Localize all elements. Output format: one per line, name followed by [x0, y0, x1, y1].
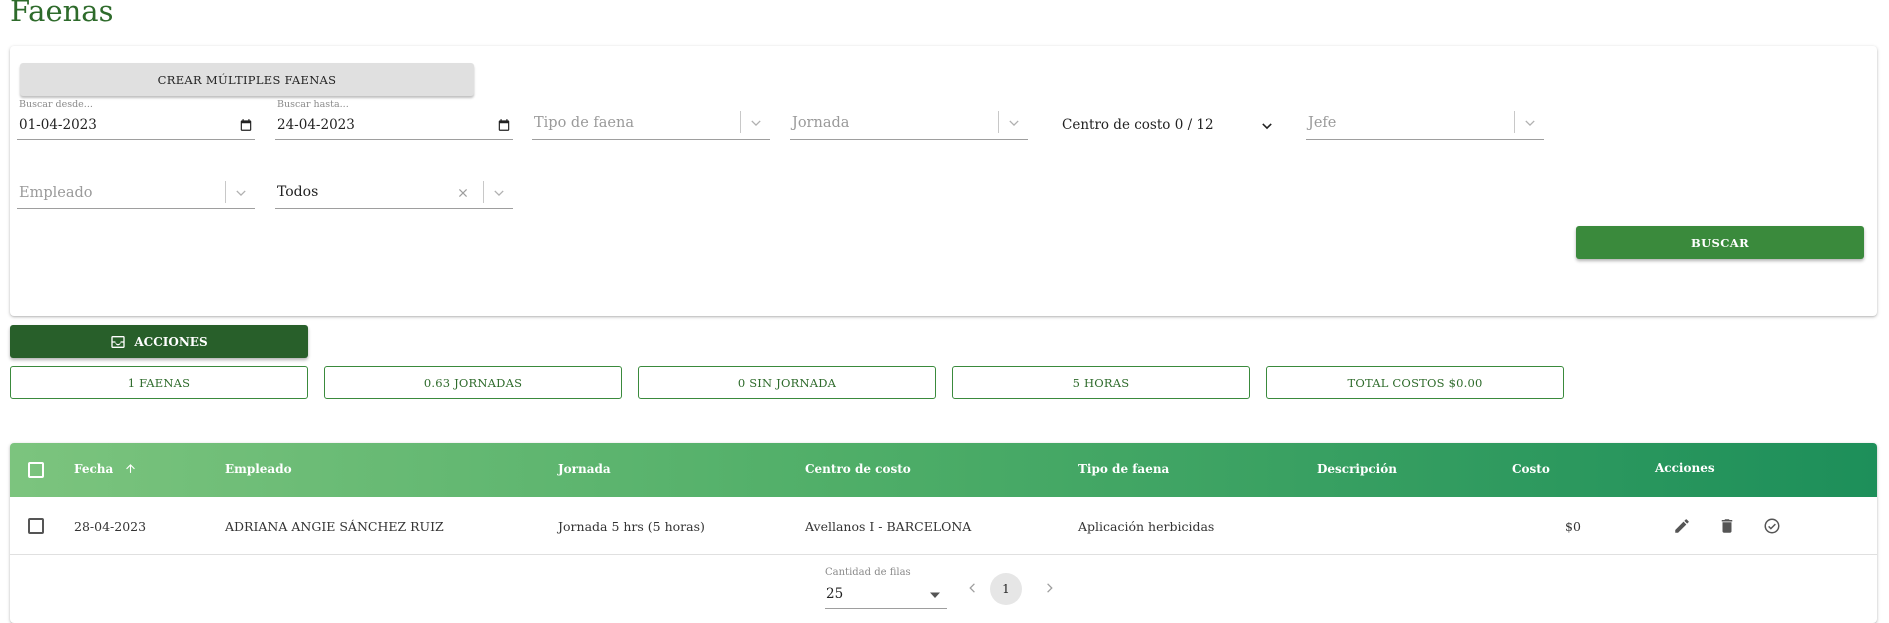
select-separator	[483, 181, 484, 203]
empleado-underline	[17, 208, 255, 209]
edit-icon[interactable]	[1673, 517, 1691, 535]
empleado-select[interactable]: Empleado	[17, 167, 255, 209]
chevron-down-icon[interactable]	[749, 116, 763, 130]
rows-per-page-label: Cantidad de filas	[825, 567, 911, 578]
estado-value: Todos	[277, 184, 319, 200]
rows-per-page-underline	[825, 608, 947, 609]
jornada-placeholder: Jornada	[792, 115, 850, 131]
select-separator	[998, 111, 999, 133]
acciones-label: ACCIONES	[134, 334, 208, 349]
select-separator	[225, 181, 226, 203]
centro-costo-select[interactable]: Centro de costo 0 / 12	[1062, 99, 1284, 139]
date-to-field[interactable]: Buscar hasta... 24-04-2023	[275, 99, 513, 140]
chevron-down-icon[interactable]	[492, 186, 506, 200]
tipo-faena-select[interactable]: Tipo de faena	[532, 99, 770, 140]
estado-select[interactable]: Todos	[275, 167, 513, 209]
tipo-faena-underline	[532, 139, 770, 140]
table-row[interactable]: 28-04-2023 ADRIANA ANGIE SÁNCHEZ RUIZ Jo…	[10, 497, 1877, 555]
col-empleado[interactable]: Empleado	[225, 462, 292, 476]
filters-card: CREAR MÚLTIPLES FAENAS Buscar desde... 0…	[10, 46, 1877, 316]
summary-sin-jornada: 0 SIN JORNADA	[638, 366, 936, 399]
inbox-icon	[111, 335, 126, 348]
jornada-select[interactable]: Jornada	[790, 99, 1028, 140]
calendar-icon[interactable]	[497, 118, 511, 132]
empleado-placeholder: Empleado	[19, 185, 93, 201]
col-fecha-label: Fecha	[74, 462, 114, 476]
row-checkbox[interactable]	[28, 518, 44, 534]
date-to-value: 24-04-2023	[277, 117, 355, 133]
jefe-placeholder: Jefe	[1308, 115, 1337, 131]
date-from-underline	[17, 139, 255, 140]
acciones-button[interactable]: ACCIONES	[10, 325, 308, 358]
chevron-down-icon[interactable]	[234, 186, 248, 200]
tipo-faena-placeholder: Tipo de faena	[534, 115, 634, 131]
date-to-underline	[275, 139, 513, 140]
col-tipo-faena[interactable]: Tipo de faena	[1078, 462, 1169, 476]
summary-jornadas: 0.63 JORNADAS	[324, 366, 622, 399]
check-circle-icon[interactable]	[1763, 517, 1781, 535]
col-jornada[interactable]: Jornada	[558, 462, 611, 476]
col-centro-costo[interactable]: Centro de costo	[805, 462, 911, 476]
date-from-label: Buscar desde...	[19, 99, 93, 110]
date-from-field[interactable]: Buscar desde... 01-04-2023	[17, 99, 255, 140]
rows-per-page-value[interactable]: 25	[826, 586, 843, 602]
summary-horas: 5 HORAS	[952, 366, 1250, 399]
col-costo[interactable]: Costo	[1512, 462, 1550, 476]
cell-jornada: Jornada 5 hrs (5 horas)	[558, 519, 705, 534]
cell-fecha: 28-04-2023	[74, 519, 147, 534]
summary-total-costos: TOTAL COSTOS $0.00	[1266, 366, 1564, 399]
cell-costo: $0	[1565, 519, 1581, 534]
date-from-value: 01-04-2023	[19, 117, 97, 133]
chevron-down-icon[interactable]	[1260, 119, 1274, 133]
delete-icon[interactable]	[1718, 517, 1736, 535]
col-acciones: Acciones	[1655, 461, 1715, 475]
caret-down-icon[interactable]	[930, 590, 940, 600]
select-all-checkbox[interactable]	[28, 462, 44, 478]
select-separator	[1514, 111, 1515, 133]
jefe-underline	[1306, 139, 1544, 140]
cell-centro-costo: Avellanos I - BARCELONA	[805, 519, 972, 534]
select-separator	[740, 111, 741, 133]
table-header: Fecha Empleado Jornada Centro de costo T…	[10, 443, 1877, 497]
page-current[interactable]: 1	[990, 573, 1022, 605]
cell-tipo-faena: Aplicación herbicidas	[1078, 519, 1215, 534]
search-button[interactable]: BUSCAR	[1576, 226, 1864, 259]
jornada-underline	[790, 139, 1028, 140]
clear-icon[interactable]	[457, 187, 469, 199]
summary-faenas: 1 FAENAS	[10, 366, 308, 399]
chevron-down-icon[interactable]	[1523, 116, 1537, 130]
sort-arrow-up-icon[interactable]	[124, 462, 137, 475]
chevron-right-icon[interactable]	[1042, 581, 1056, 595]
jefe-select[interactable]: Jefe	[1306, 99, 1544, 140]
col-fecha[interactable]: Fecha	[74, 462, 137, 476]
date-to-label: Buscar hasta...	[277, 99, 349, 110]
col-descripcion[interactable]: Descripción	[1317, 462, 1397, 476]
centro-costo-value: Centro de costo 0 / 12	[1062, 117, 1214, 133]
estado-underline	[275, 208, 513, 209]
page-title: Faenas	[10, 0, 114, 28]
calendar-icon[interactable]	[239, 118, 253, 132]
faenas-table: Fecha Empleado Jornada Centro de costo T…	[10, 443, 1877, 623]
cell-empleado: ADRIANA ANGIE SÁNCHEZ RUIZ	[225, 519, 444, 534]
create-multiple-button[interactable]: CREAR MÚLTIPLES FAENAS	[20, 63, 474, 96]
chevron-left-icon[interactable]	[966, 581, 980, 595]
chevron-down-icon[interactable]	[1007, 116, 1021, 130]
